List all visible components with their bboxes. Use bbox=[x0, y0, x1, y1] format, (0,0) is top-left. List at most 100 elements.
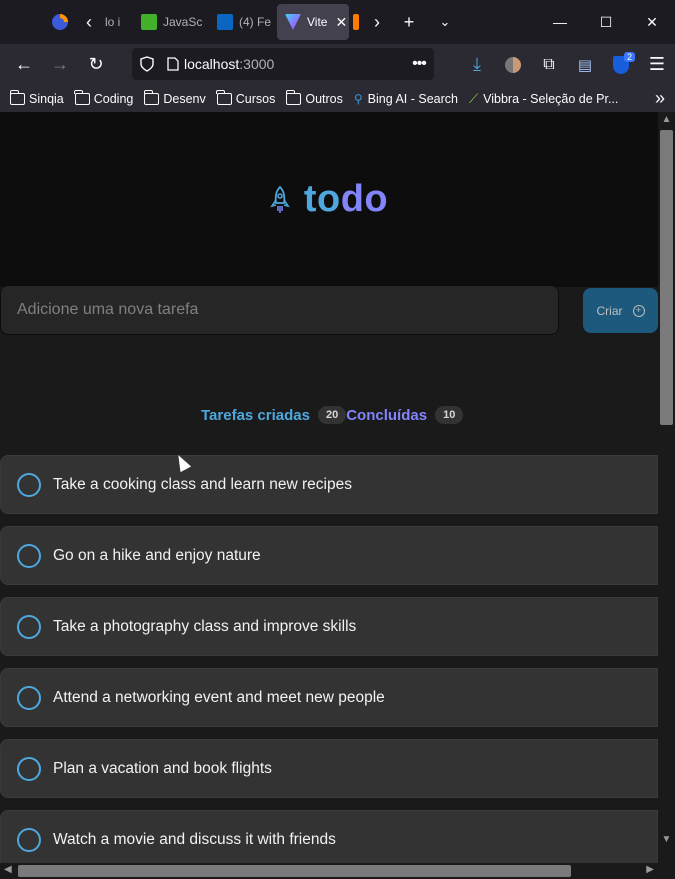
page-icon[interactable] bbox=[162, 57, 184, 71]
rocket-icon bbox=[270, 185, 290, 213]
bookmark-outros[interactable]: Outros bbox=[285, 89, 343, 106]
folder-icon bbox=[74, 89, 90, 105]
checkbox-circle-icon[interactable] bbox=[17, 472, 41, 497]
done-count-badge: 10 bbox=[435, 406, 464, 424]
task-item[interactable]: Take a cooking class and learn new recip… bbox=[0, 455, 658, 514]
bookmark-label: Outros bbox=[305, 91, 343, 106]
tab-3-label: (4) Fe bbox=[239, 15, 272, 29]
task-text: Attend a networking event and meet new p… bbox=[53, 688, 385, 706]
scroll-corner bbox=[658, 863, 675, 879]
bookmark-bing[interactable]: ⚲ Bing AI - Search bbox=[354, 92, 458, 106]
extension-badge: 2 bbox=[623, 51, 635, 62]
leaf-icon: ⟋ bbox=[469, 90, 479, 106]
scroll-down-icon[interactable]: ▼ bbox=[658, 834, 675, 845]
linkedin-icon bbox=[217, 14, 233, 30]
task-list: Take a cooking class and learn new recip… bbox=[0, 455, 658, 863]
task-text: Take a cooking class and learn new recip… bbox=[53, 475, 352, 493]
tab-1-label: lo i bbox=[105, 15, 121, 29]
task-item[interactable]: Attend a networking event and meet new p… bbox=[0, 668, 658, 727]
horizontal-scroll-thumb[interactable] bbox=[18, 865, 571, 877]
folder-icon bbox=[9, 89, 25, 105]
tab-active-label: Vite bbox=[307, 15, 328, 29]
tab-2-label: JavaSc bbox=[163, 15, 203, 29]
tab-1[interactable]: lo i bbox=[103, 4, 133, 40]
checkbox-circle-icon[interactable] bbox=[17, 685, 41, 710]
plus-circle-icon: + bbox=[632, 304, 645, 317]
checkbox-circle-icon[interactable] bbox=[17, 543, 41, 568]
firefox-view-icon[interactable] bbox=[45, 7, 75, 37]
vite-icon bbox=[285, 14, 301, 30]
logo-text-to: to bbox=[303, 178, 341, 220]
w-icon bbox=[141, 14, 157, 30]
create-button[interactable]: Criar + bbox=[583, 288, 658, 333]
checkbox-circle-icon[interactable] bbox=[17, 614, 41, 639]
tab-2[interactable]: JavaSc bbox=[133, 4, 209, 40]
new-task-input[interactable] bbox=[0, 285, 559, 335]
checkbox-circle-icon[interactable] bbox=[17, 756, 41, 781]
bookmark-sinqia[interactable]: Sinqia bbox=[9, 89, 64, 106]
bitwarden-icon[interactable]: 2 bbox=[603, 49, 639, 81]
created-count-badge: 20 bbox=[317, 406, 347, 424]
scroll-right-icon[interactable]: ▶ bbox=[646, 864, 654, 875]
vertical-scroll-thumb[interactable] bbox=[660, 130, 673, 425]
tab-bar: ‹ lo i JavaSc (4) Fe Vite ✕ › + ⌄ — ☐ ✕ bbox=[0, 0, 675, 44]
tab-5-icon bbox=[353, 14, 359, 30]
task-item[interactable]: Watch a movie and discuss it with friend… bbox=[0, 810, 658, 863]
scroll-up-icon[interactable]: ▲ bbox=[658, 114, 675, 125]
horizontal-scrollbar[interactable]: ◀ ▶ bbox=[0, 863, 658, 879]
close-tab-icon[interactable]: ✕ bbox=[335, 14, 347, 31]
reload-icon[interactable]: ↻ bbox=[78, 49, 114, 81]
url-bar[interactable]: localhost:3000 ••• bbox=[132, 48, 434, 80]
created-label: Tarefas criadas bbox=[201, 406, 310, 424]
folder-icon bbox=[216, 89, 232, 105]
logo: todo bbox=[270, 178, 388, 221]
vertical-scrollbar[interactable]: ▲ ▼ bbox=[658, 112, 675, 863]
task-item[interactable]: Go on a hike and enjoy nature bbox=[0, 526, 658, 585]
new-tab-icon[interactable]: + bbox=[391, 4, 427, 40]
task-item[interactable]: Plan a vacation and book flights bbox=[0, 739, 658, 798]
tab-active[interactable]: Vite ✕ bbox=[277, 4, 349, 40]
checkbox-circle-icon[interactable] bbox=[17, 827, 41, 852]
url-text[interactable]: localhost:3000 bbox=[184, 56, 404, 72]
forward-icon[interactable]: → bbox=[42, 49, 78, 81]
nav-bar: ← → ↻ localhost:3000 ••• ⤓ ⧉ ▤ 2 ☰ bbox=[0, 44, 675, 85]
task-item[interactable]: Take a photography class and improve ski… bbox=[0, 597, 658, 656]
bookmark-cursos[interactable]: Cursos bbox=[216, 89, 276, 106]
page-content: todo Criar + Tarefas criadas 20 Concluíd… bbox=[0, 112, 658, 863]
page-actions-icon[interactable]: ••• bbox=[404, 55, 434, 73]
task-text: Take a photography class and improve ski… bbox=[53, 617, 357, 635]
shield-icon[interactable] bbox=[132, 56, 162, 72]
tab-5[interactable] bbox=[349, 4, 363, 40]
task-counters: Tarefas criadas 20 Concluídas 10 bbox=[201, 406, 464, 424]
bookmark-coding[interactable]: Coding bbox=[74, 89, 134, 106]
tab-scroll-right-icon[interactable]: › bbox=[363, 0, 391, 44]
extensions-icon[interactable]: ⧉ bbox=[531, 49, 567, 81]
scroll-left-icon[interactable]: ◀ bbox=[4, 864, 12, 875]
bookmark-label: Cursos bbox=[235, 91, 276, 106]
list-tabs-icon[interactable]: ⌄ bbox=[427, 4, 463, 40]
done-label: Concluídas bbox=[346, 406, 428, 424]
bookmark-label: Vibbra - Seleção de Pr... bbox=[483, 91, 619, 106]
logo-text: todo bbox=[304, 178, 388, 221]
account-icon[interactable] bbox=[495, 49, 531, 81]
bookmark-vibbra[interactable]: ⟋ Vibbra - Seleção de Pr... bbox=[469, 91, 618, 107]
logo-text-do: do bbox=[340, 178, 389, 220]
downloads-icon[interactable]: ⤓ bbox=[459, 49, 495, 81]
minimize-icon[interactable]: — bbox=[537, 0, 583, 44]
menu-icon[interactable]: ☰ bbox=[639, 49, 675, 81]
app-header: todo bbox=[0, 112, 658, 287]
new-task-form: Criar + bbox=[0, 285, 658, 335]
bookmark-desenv[interactable]: Desenv bbox=[143, 89, 206, 106]
tab-scroll-left-icon[interactable]: ‹ bbox=[75, 0, 103, 44]
tab-3[interactable]: (4) Fe bbox=[209, 4, 277, 40]
back-icon[interactable]: ← bbox=[6, 49, 42, 81]
url-host: localhost bbox=[184, 56, 240, 72]
search-icon: ⚲ bbox=[353, 91, 363, 106]
maximize-icon[interactable]: ☐ bbox=[583, 0, 629, 44]
reader-extension-icon[interactable]: ▤ bbox=[567, 49, 603, 81]
create-button-label: Criar bbox=[596, 303, 623, 318]
close-window-icon[interactable]: ✕ bbox=[629, 0, 675, 44]
more-bookmarks-icon[interactable]: » bbox=[655, 88, 665, 109]
bookmark-label: Coding bbox=[93, 91, 134, 106]
bookmark-label: Bing AI - Search bbox=[367, 91, 458, 106]
